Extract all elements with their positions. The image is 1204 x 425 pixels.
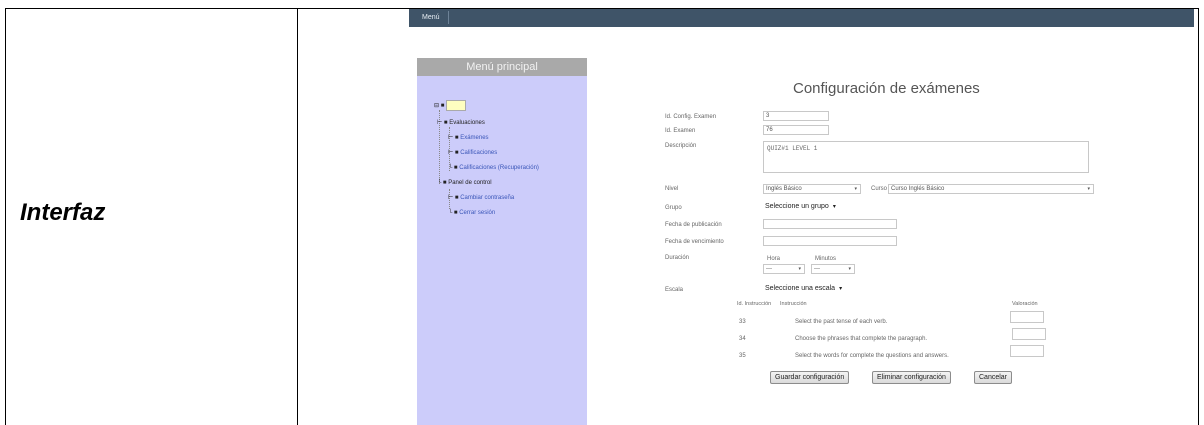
menu-item[interactable]: Menú xyxy=(414,11,449,24)
instruction-row-id: 33 xyxy=(739,319,746,325)
hour-select[interactable]: --- ▾ xyxy=(763,264,805,274)
pub-date-field[interactable] xyxy=(763,219,897,229)
level-label: Nivel xyxy=(665,186,679,192)
chevron-down-icon: ▾ xyxy=(839,286,843,292)
instruction-row-text: Choose the phrases that complete the par… xyxy=(795,336,928,342)
grid-header-id: Id. Instrucción xyxy=(737,301,772,307)
grid-header-instruction: Instrucción xyxy=(780,301,807,307)
chevron-down-icon: ▾ xyxy=(1087,186,1090,192)
chevron-down-icon: ▾ xyxy=(848,266,851,272)
tree-link-cerrar-sesion[interactable]: └ ■ Cerrar sesión xyxy=(448,209,495,217)
chevron-down-icon: ▾ xyxy=(798,266,801,272)
grid-header-valuation: Valoración xyxy=(1012,301,1038,307)
duration-label: Duración xyxy=(665,255,690,261)
row-label: Interfaz xyxy=(20,199,106,226)
sidebar-title: Menú principal xyxy=(417,58,587,76)
id-config-field[interactable]: 3 xyxy=(763,111,829,121)
tree-node-icon: └ ■ xyxy=(448,165,460,171)
sidebar: ⊟ ■ ⊢ ■ Evaluaciones ⊢ ■ Exámenes ⊢ ■ Ca… xyxy=(417,76,587,425)
pub-date-label: Fecha de publicación xyxy=(665,222,722,228)
column-divider xyxy=(297,9,298,425)
tree-link-calificaciones-recuperacion[interactable]: └ ■ Calificaciones (Recuperación) xyxy=(448,164,539,172)
level-select[interactable]: Inglés Básico ▾ xyxy=(763,184,861,194)
tree-group-evaluaciones[interactable]: ⊢ ■ Evaluaciones xyxy=(437,119,485,127)
valuation-input[interactable] xyxy=(1010,311,1044,323)
save-config-button[interactable]: Guardar configuración xyxy=(770,371,850,384)
page-title: Configuración de exámenes xyxy=(793,80,980,97)
id-exam-label: Id. Examen xyxy=(665,128,696,134)
tree-link-cambiar-contrasena[interactable]: ⊢ ■ Cambiar contraseña xyxy=(448,194,514,202)
valuation-input[interactable] xyxy=(1012,328,1046,340)
tree-node-icon: └ ■ xyxy=(437,180,449,186)
chevron-down-icon: ▾ xyxy=(854,186,857,192)
cancel-button[interactable]: Cancelar xyxy=(974,371,1013,384)
description-textarea[interactable]: QUIZ#1 LEVEL 1 xyxy=(763,141,1089,173)
course-select[interactable]: Curso Inglés Básico ▾ xyxy=(888,184,1094,194)
tree-node-icon: ⊢ ■ xyxy=(437,120,450,126)
tree-root-toggle[interactable]: ⊟ ■ xyxy=(434,102,444,110)
chevron-down-icon: ▾ xyxy=(832,204,836,210)
id-config-label: Id. Config. Examen xyxy=(665,114,717,120)
description-label: Descripción xyxy=(665,143,697,149)
instruction-row-id: 35 xyxy=(739,353,746,359)
valuation-input[interactable] xyxy=(1010,345,1044,357)
id-exam-field[interactable]: 76 xyxy=(763,125,829,135)
delete-config-button[interactable]: Eliminar configuración xyxy=(872,371,951,384)
app-screenshot: Menú Menú principal ⊟ ■ ⊢ ■ Evaluaciones… xyxy=(409,9,1194,425)
group-label: Grupo xyxy=(665,205,682,211)
tree-link-calificaciones[interactable]: ⊢ ■ Calificaciones xyxy=(448,149,497,157)
instruction-row-text: Select the past tense of each verb. xyxy=(795,319,888,325)
instruction-row-id: 34 xyxy=(739,336,746,342)
course-label: Curso xyxy=(871,186,888,192)
minutes-select[interactable]: --- ▾ xyxy=(811,264,855,274)
group-select[interactable]: Seleccione un grupo ▾ xyxy=(765,203,836,210)
tree-root-node[interactable] xyxy=(446,100,466,111)
exp-date-field[interactable] xyxy=(763,236,897,246)
instruction-row-text: Select the words for complete the questi… xyxy=(795,353,949,359)
scale-select[interactable]: Seleccione una escala ▾ xyxy=(765,285,842,292)
minutes-label: Minutos xyxy=(815,256,837,262)
scale-label: Escala xyxy=(665,287,684,293)
tree-node-icon: └ ■ xyxy=(448,210,460,216)
tree-node-icon: ⊢ ■ xyxy=(448,195,461,201)
hour-label: Hora xyxy=(767,256,781,262)
tree-node-icon: ⊢ ■ xyxy=(448,150,461,156)
tree-link-examenes[interactable]: ⊢ ■ Exámenes xyxy=(448,134,489,142)
tree-group-panel-control[interactable]: └ ■ Panel de control xyxy=(437,179,492,187)
top-menubar: Menú xyxy=(409,9,1194,27)
tree-node-icon: ⊢ ■ xyxy=(448,135,461,141)
exp-date-label: Fecha de vencimiento xyxy=(665,239,724,245)
